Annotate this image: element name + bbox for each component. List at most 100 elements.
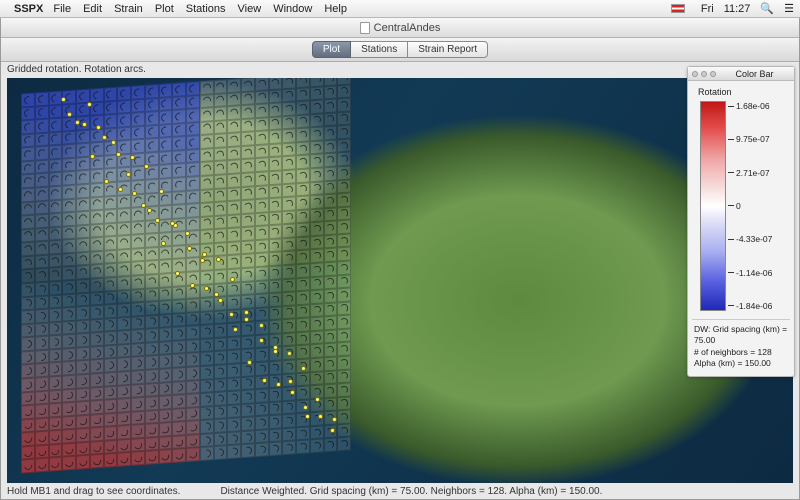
grid-cell — [21, 459, 35, 474]
rotation-arc-icon — [63, 200, 74, 211]
grid-cell — [90, 88, 104, 103]
grid-cell — [337, 342, 351, 357]
rotation-arc-icon — [215, 407, 226, 417]
menu-file[interactable]: File — [53, 3, 71, 15]
menu-extras-icon[interactable]: ☰ — [784, 2, 794, 15]
rotation-arc-icon — [78, 145, 87, 155]
rotation-arc-icon — [257, 133, 267, 143]
grid-cell — [131, 370, 145, 385]
rotation-arc-icon — [340, 250, 348, 259]
rotation-arc-icon — [120, 292, 128, 301]
grid-cell — [241, 430, 255, 445]
rotation-arc-icon — [243, 133, 253, 144]
grid-cell — [62, 320, 76, 335]
rotation-arc-icon — [77, 348, 89, 360]
grid-cell — [310, 113, 324, 128]
menu-window[interactable]: Window — [273, 3, 312, 15]
rotation-arc-icon — [271, 186, 280, 196]
rotation-arc-icon — [37, 271, 46, 280]
menu-edit[interactable]: Edit — [83, 3, 102, 15]
rotation-arc-icon — [201, 394, 212, 404]
grid-cell — [159, 314, 173, 329]
rotation-arc-icon — [133, 318, 143, 328]
grid-cell — [296, 304, 310, 319]
grid-cell — [49, 172, 63, 187]
rotation-arc-icon — [270, 78, 280, 88]
colorbar-panel[interactable]: Color Bar Rotation 1.68e-06 9.75e-07 2.7… — [687, 66, 795, 377]
rotation-arc-icon — [271, 145, 281, 155]
grid-cell — [227, 105, 241, 120]
grid-cell — [186, 257, 200, 272]
rotation-arc-icon — [284, 403, 294, 412]
content-area: Gridded rotation. Rotation arcs. Color B… — [1, 62, 799, 499]
rotation-arc-icon — [189, 179, 197, 188]
rotation-arc-icon — [174, 329, 184, 339]
tab-plot[interactable]: Plot — [312, 41, 351, 58]
grid-cell — [21, 405, 35, 420]
tab-strain-report[interactable]: Strain Report — [408, 41, 488, 58]
app-menu[interactable]: SSPX — [14, 3, 43, 15]
rotation-arc-icon — [229, 379, 239, 389]
menubar-flag-icon[interactable] — [671, 3, 691, 15]
colorbar-titlebar[interactable]: Color Bar — [688, 67, 794, 81]
menu-plot[interactable]: Plot — [155, 3, 174, 15]
rotation-arc-icon — [77, 457, 88, 468]
grid-cell — [324, 261, 338, 276]
tab-stations[interactable]: Stations — [351, 41, 408, 58]
grid-cell — [337, 233, 351, 248]
menu-strain[interactable]: Strain — [114, 3, 143, 15]
rotation-arc-icon — [105, 211, 116, 222]
grid-cell — [296, 372, 310, 387]
rotation-arc-icon — [105, 333, 116, 344]
rotation-arc-icon — [270, 417, 280, 427]
station-marker — [118, 187, 123, 192]
grid-cell — [172, 381, 186, 396]
rotation-arc-icon — [133, 141, 143, 152]
rotation-arc-icon — [242, 446, 253, 456]
rotation-arc-icon — [299, 239, 307, 248]
panel-close-icon[interactable] — [692, 71, 698, 77]
rotation-arc-icon — [312, 320, 320, 328]
panel-zoom-icon[interactable] — [710, 71, 716, 77]
grid-cell — [337, 315, 351, 330]
rotation-arc-icon — [50, 228, 61, 239]
rotation-arc-icon — [215, 434, 226, 445]
rotation-arc-icon — [65, 146, 74, 156]
grid-cell — [117, 371, 131, 386]
grid-cell — [255, 212, 269, 227]
grid-cell — [62, 185, 76, 200]
grid-cell — [227, 282, 241, 297]
grid-cell — [324, 438, 338, 453]
panel-min-icon[interactable] — [701, 71, 707, 77]
rotation-arc-icon — [23, 285, 32, 294]
window-titlebar[interactable]: CentralAndes — [1, 18, 799, 38]
menu-stations[interactable]: Stations — [186, 3, 226, 15]
grid-cell — [227, 92, 241, 107]
rotation-arc-icon — [326, 305, 334, 314]
rotation-arc-icon — [340, 277, 348, 286]
rotation-arc-icon — [105, 346, 117, 357]
grid-cell — [145, 328, 159, 343]
grid-cell — [282, 156, 296, 171]
rotation-arc-icon — [92, 185, 102, 195]
spotlight-icon[interactable]: 🔍 — [760, 2, 774, 15]
menu-view[interactable]: View — [238, 3, 262, 15]
rotation-arc-icon — [23, 366, 34, 377]
rotation-arc-icon — [284, 104, 294, 114]
rotation-arc-icon — [340, 196, 348, 205]
grid-cell — [186, 149, 200, 164]
grid-cell — [104, 399, 118, 414]
map-canvas[interactable] — [7, 78, 793, 483]
rotation-arc-icon — [312, 129, 321, 138]
rotation-arc-icon — [215, 366, 225, 376]
grid-cell — [172, 245, 186, 260]
grid-cell — [90, 196, 104, 211]
colorbar-meta-line: Alpha (km) = 150.00 — [694, 358, 788, 369]
colorbar-title: Color Bar — [719, 69, 790, 79]
grid-cell — [310, 425, 324, 440]
rotation-arc-icon — [77, 90, 88, 101]
rotation-arc-icon — [284, 158, 293, 168]
menu-help[interactable]: Help — [324, 3, 347, 15]
rotation-arc-icon — [229, 366, 239, 376]
rotation-arc-icon — [299, 280, 307, 289]
